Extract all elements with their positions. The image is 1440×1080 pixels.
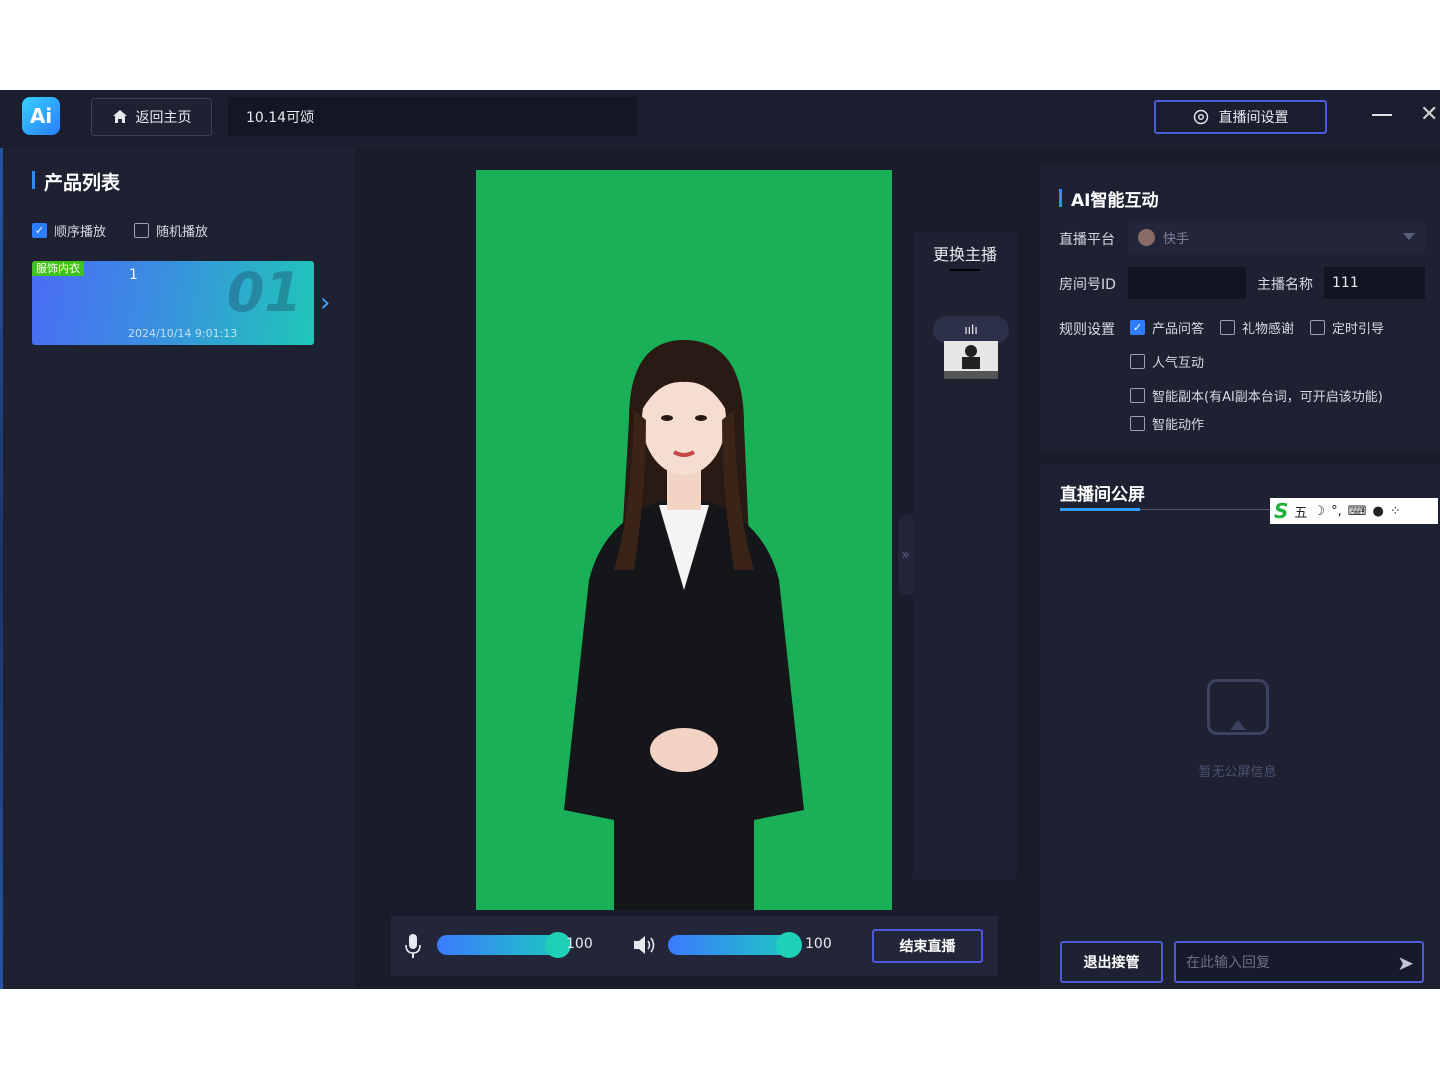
product-index: 01: [226, 261, 302, 324]
random-play-label: 随机播放: [156, 225, 209, 240]
checkbox-box: [1130, 354, 1145, 369]
home-icon: [112, 110, 127, 123]
logo-text: Ai: [29, 104, 53, 128]
check-icon: ✓: [1130, 320, 1145, 335]
platform-label: 直播平台: [1059, 232, 1115, 248]
room-settings-button[interactable]: 直播间设置: [1154, 100, 1327, 134]
checkbox-box: [1220, 320, 1235, 335]
rule-label: 智能动作: [1152, 418, 1205, 433]
product-time: 2024/10/14 9:01:13: [128, 327, 238, 340]
rule-label: 产品问答: [1152, 322, 1205, 337]
empty-message: 暂无公屏信息: [1198, 765, 1277, 780]
checkbox-box: [1310, 320, 1325, 335]
speaker-volume-value: 100: [805, 936, 832, 952]
mic-volume-value: 100: [566, 936, 593, 952]
minimize-icon[interactable]: [1372, 114, 1392, 116]
ai-interaction-panel: AI智能互动 直播平台 快手 房间号ID 主播名称 111 规则设置 ✓ 产品问…: [1040, 165, 1440, 451]
platform-value: 快手: [1163, 231, 1190, 247]
send-icon[interactable]: ➤: [1397, 951, 1414, 975]
rule-label: 人气互动: [1152, 356, 1205, 371]
sequential-play-label: 顺序播放: [54, 225, 107, 240]
slider-knob[interactable]: [776, 932, 802, 958]
host-switch-panel: 更换主播 ıılı: [913, 231, 1017, 879]
public-screen-panel: 直播间公屏 暂无公屏信息 退出接管 在此输入回复 ➤: [1040, 464, 1440, 989]
chevron-down-icon: [1403, 233, 1415, 240]
random-play-checkbox[interactable]: 随机播放: [134, 221, 208, 240]
rules-label: 规则设置: [1059, 322, 1115, 338]
rule-product-qa[interactable]: ✓ 产品问答: [1130, 318, 1204, 337]
checkbox-box: [134, 223, 149, 238]
host-name-input[interactable]: 111: [1324, 267, 1425, 299]
left-edge-strip: [0, 148, 3, 989]
rule-label: 礼物感谢: [1242, 322, 1295, 337]
ai-panel-title: AI智能互动: [1059, 186, 1158, 211]
rule-label: 定时引导: [1332, 322, 1385, 337]
rule-gift-thanks[interactable]: 礼物感谢: [1220, 318, 1294, 337]
audio-control-bar: 100 100 结束直播: [391, 916, 998, 976]
collapse-toggle[interactable]: »: [898, 515, 913, 595]
chevron-right-icon[interactable]: ›: [320, 288, 330, 318]
product-list-title: 产品列表: [32, 168, 120, 195]
tab-public-screen[interactable]: 直播间公屏: [1060, 480, 1145, 505]
speaker-volume-slider[interactable]: [668, 932, 802, 958]
product-list-panel: 产品列表 ✓ 顺序播放 随机播放 服饰内衣 1 01 2024/10/14 9:…: [0, 148, 355, 989]
product-category-tag: 服饰内衣: [32, 261, 84, 276]
room-title-value: 10.14可颂: [246, 109, 315, 126]
double-chevron-icon: »: [901, 547, 910, 563]
rule-smart-action[interactable]: 智能动作: [1130, 414, 1204, 433]
checkbox-box: [1130, 388, 1145, 403]
room-id-label: 房间号ID: [1059, 277, 1116, 293]
change-host-label[interactable]: 更换主播: [913, 241, 1017, 265]
close-icon[interactable]: ✕: [1420, 104, 1438, 126]
audio-bars-icon[interactable]: ıılı: [933, 316, 1009, 344]
ime-toolbar[interactable]: S 五 ☽ °, ⌨ ● ⁘: [1270, 498, 1438, 524]
sequential-play-checkbox[interactable]: ✓ 顺序播放: [32, 221, 106, 240]
apps-icon[interactable]: ⁘: [1390, 504, 1401, 519]
title-bar: Ai 返回主页 10.14可颂 直播间设置 ✕: [0, 90, 1440, 148]
platform-avatar: [1138, 228, 1155, 246]
checkbox-box: [1130, 416, 1145, 431]
host-name-label: 主播名称: [1257, 277, 1313, 293]
room-title-field[interactable]: 10.14可颂: [228, 97, 637, 136]
tab-underline: [1060, 508, 1140, 511]
host-thumbnail[interactable]: [944, 341, 998, 379]
host-avatar: [564, 340, 804, 910]
microphone-icon[interactable]: [405, 934, 421, 958]
reply-input[interactable]: 在此输入回复 ➤: [1174, 941, 1424, 983]
room-settings-label: 直播间设置: [1218, 110, 1289, 126]
end-live-button[interactable]: 结束直播: [872, 929, 983, 963]
product-card[interactable]: 服饰内衣 1 01 2024/10/14 9:01:13: [32, 261, 314, 345]
app-window: Ai 返回主页 10.14可颂 直播间设置 ✕ 产品列表 ✓ 顺序播放 随机播放…: [0, 90, 1440, 989]
ime-mode[interactable]: 五: [1294, 502, 1307, 521]
keyboard-icon[interactable]: ⌨: [1348, 504, 1367, 519]
mic-volume-slider[interactable]: [437, 932, 571, 958]
user-icon[interactable]: ●: [1372, 504, 1383, 519]
exit-takeover-button[interactable]: 退出接管: [1060, 941, 1163, 983]
settings-icon: [1193, 109, 1208, 125]
ime-logo: S: [1274, 499, 1289, 523]
room-id-input[interactable]: [1128, 267, 1246, 299]
check-icon: ✓: [32, 223, 47, 238]
app-logo: Ai: [22, 97, 60, 135]
home-button[interactable]: 返回主页: [91, 98, 212, 136]
platform-select[interactable]: 快手: [1128, 221, 1425, 253]
empty-screen-icon: [1207, 679, 1269, 735]
rule-timed-guide[interactable]: 定时引导: [1310, 318, 1384, 337]
title-underline: [950, 269, 980, 271]
rule-popularity[interactable]: 人气互动: [1130, 352, 1204, 371]
live-preview: [476, 170, 892, 910]
home-button-label: 返回主页: [135, 110, 192, 126]
speaker-icon[interactable]: [633, 934, 657, 956]
reply-placeholder: 在此输入回复: [1186, 955, 1270, 971]
punctuation-icon[interactable]: °,: [1331, 504, 1342, 519]
rule-label: 智能副本(有AI副本台词，可开启该功能): [1152, 390, 1383, 405]
moon-icon[interactable]: ☽: [1313, 504, 1325, 519]
rule-smart-script[interactable]: 智能副本(有AI副本台词，可开启该功能): [1130, 386, 1383, 405]
product-name: 1: [129, 267, 138, 283]
